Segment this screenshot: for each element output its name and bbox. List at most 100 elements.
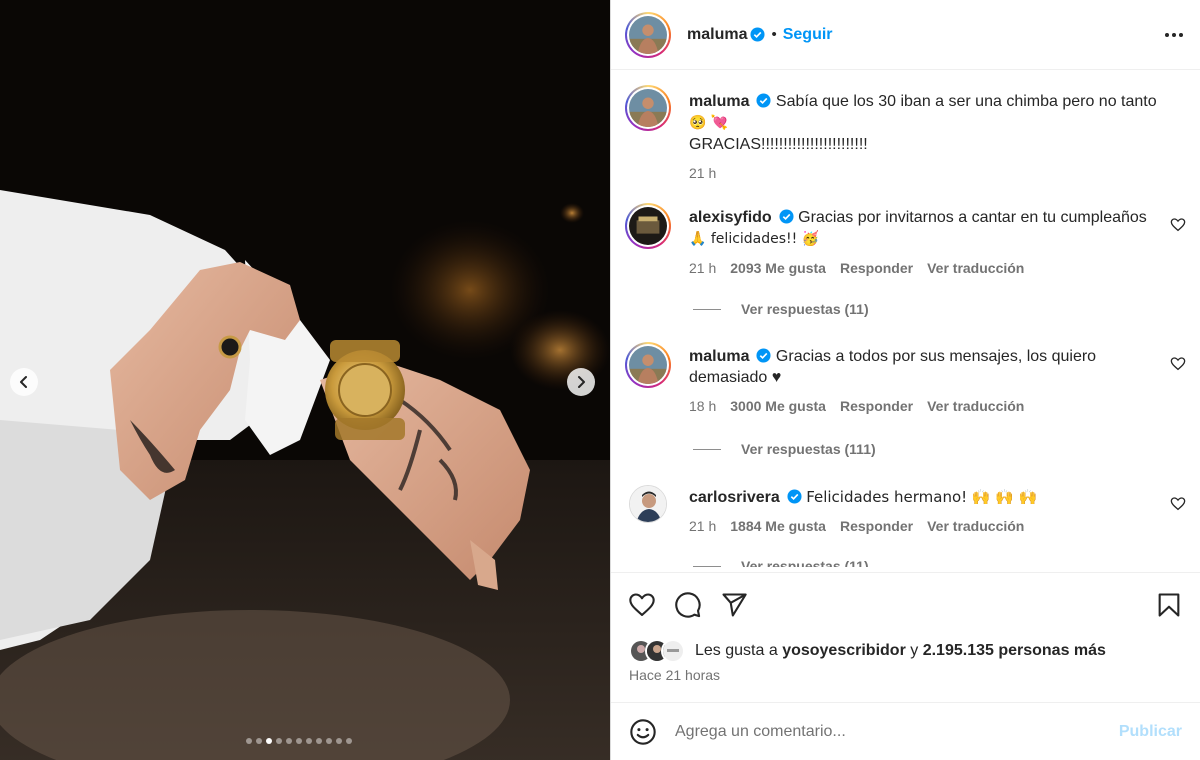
author-username[interactable]: maluma bbox=[687, 26, 747, 44]
emoji-smiley-icon[interactable] bbox=[629, 718, 657, 746]
more-horizontal-icon bbox=[1165, 32, 1183, 37]
comment-item: carlosrivera Felicidades hermano! 🙌 🙌 🙌 … bbox=[625, 485, 1186, 537]
comment-username[interactable]: carlosrivera bbox=[689, 489, 780, 506]
comment-likes[interactable]: 2093 Me gusta bbox=[730, 258, 826, 279]
verified-badge-icon bbox=[756, 93, 771, 108]
avatar-image bbox=[629, 89, 667, 127]
chevron-right-icon bbox=[578, 376, 585, 388]
carousel-prev-button[interactable] bbox=[10, 368, 38, 396]
commenter-avatar[interactable] bbox=[625, 342, 671, 388]
post-photo bbox=[0, 0, 610, 760]
caption-text: Sabía que los 30 iban a ser una chimba p… bbox=[775, 93, 1157, 110]
comment-input[interactable] bbox=[675, 722, 1109, 741]
carousel-dot bbox=[266, 738, 272, 744]
view-replies-button[interactable]: Ver respuestas (111) bbox=[693, 441, 876, 457]
carousel-dot bbox=[246, 738, 252, 744]
publish-button[interactable]: Publicar bbox=[1119, 723, 1182, 741]
comment-like-heart-icon[interactable] bbox=[1170, 496, 1186, 512]
more-options-button[interactable] bbox=[1162, 23, 1186, 47]
likes-prefix: Les gusta a bbox=[695, 642, 778, 659]
liker-avatar bbox=[661, 639, 685, 663]
carousel-dot bbox=[296, 738, 302, 744]
share-button[interactable] bbox=[719, 590, 749, 620]
author-avatar[interactable] bbox=[625, 11, 671, 58]
post-caption: maluma Sabía que los 30 iban a ser una c… bbox=[625, 85, 1186, 184]
commenter-avatar[interactable] bbox=[625, 203, 671, 249]
carousel-dots bbox=[246, 738, 352, 744]
post-side-panel: maluma • Seguir maluma Sabía que los 30 … bbox=[610, 0, 1200, 760]
comment-text: Gracias a todos por sus mensajes, los qu… bbox=[775, 348, 1097, 365]
comment-like-heart-icon[interactable] bbox=[1170, 217, 1186, 233]
reply-button[interactable]: Responder bbox=[840, 516, 913, 537]
action-bar bbox=[611, 573, 1200, 623]
view-replies-label: Ver respuestas (11) bbox=[741, 558, 869, 567]
follow-button[interactable]: Seguir bbox=[783, 26, 833, 44]
carousel-dot bbox=[276, 738, 282, 744]
verified-badge-icon bbox=[787, 489, 802, 504]
carousel-dot bbox=[286, 738, 292, 744]
comment-likes[interactable]: 3000 Me gusta bbox=[730, 396, 826, 417]
comment-text-2: demasiado ♥ bbox=[689, 369, 782, 386]
likers-avatars[interactable] bbox=[629, 639, 689, 663]
translate-button[interactable]: Ver traducción bbox=[927, 516, 1024, 537]
comment-item: maluma Gracias a todos por sus mensajes,… bbox=[625, 342, 1186, 417]
carousel-dot bbox=[326, 738, 332, 744]
post-media bbox=[0, 0, 610, 760]
caption-emojis: 🥺 💘 bbox=[689, 115, 729, 131]
comment-text: Felicidades hermano! 🙌 🙌 🙌 bbox=[806, 488, 1038, 506]
comment-time[interactable]: 21 h bbox=[689, 516, 716, 537]
likes-joiner: y bbox=[910, 642, 919, 659]
avatar-image bbox=[630, 486, 666, 522]
bookmark-icon bbox=[1158, 593, 1180, 617]
carousel-dot bbox=[316, 738, 322, 744]
post-header: maluma • Seguir bbox=[611, 0, 1200, 70]
carousel-dot bbox=[306, 738, 312, 744]
comment-bubble-icon bbox=[675, 592, 701, 618]
avatar-image bbox=[629, 346, 667, 384]
chevron-left-icon bbox=[20, 376, 27, 388]
translate-button[interactable]: Ver traducción bbox=[927, 396, 1024, 417]
reply-button[interactable]: Responder bbox=[840, 258, 913, 279]
carousel-dot bbox=[256, 738, 262, 744]
comment-text: Gracias por invitarnos a cantar en tu cu… bbox=[798, 209, 1147, 226]
comment-likes[interactable]: 1884 Me gusta bbox=[730, 516, 826, 537]
likes-others-count[interactable]: 2.195.135 personas más bbox=[923, 642, 1106, 660]
like-button[interactable] bbox=[627, 590, 657, 620]
separator-dot: • bbox=[771, 26, 777, 43]
comment-item: alexisyfido Gracias por invitarnos a can… bbox=[625, 203, 1186, 279]
comment-username[interactable]: alexisyfido bbox=[689, 209, 772, 226]
commenter-avatar[interactable] bbox=[629, 485, 667, 523]
caption-time[interactable]: 21 h bbox=[689, 163, 716, 184]
avatar-image bbox=[629, 15, 667, 54]
view-replies-button[interactable]: Ver respuestas (11) bbox=[693, 558, 869, 567]
translate-button[interactable]: Ver traducción bbox=[927, 258, 1024, 279]
comment-time[interactable]: 18 h bbox=[689, 396, 716, 417]
comment-time[interactable]: 21 h bbox=[689, 258, 716, 279]
caption-author-avatar[interactable] bbox=[625, 85, 671, 131]
comments-list: maluma Sabía que los 30 iban a ser una c… bbox=[611, 71, 1200, 567]
carousel-dot bbox=[346, 738, 352, 744]
liker-username[interactable]: yosoyescribidor bbox=[782, 642, 906, 660]
save-button[interactable] bbox=[1154, 590, 1184, 620]
add-comment-bar: Publicar bbox=[611, 702, 1200, 760]
heart-icon bbox=[629, 593, 655, 616]
comment-username[interactable]: maluma bbox=[689, 348, 749, 365]
post-timestamp[interactable]: Hace 21 horas bbox=[611, 663, 1200, 683]
carousel-dot bbox=[336, 738, 342, 744]
post-actions-area: Les gusta a yosoyescribidor y 2.195.135 … bbox=[611, 572, 1200, 683]
caption-username[interactable]: maluma bbox=[689, 93, 749, 110]
likes-summary: Les gusta a yosoyescribidor y 2.195.135 … bbox=[611, 623, 1200, 663]
verified-badge-icon bbox=[779, 209, 794, 224]
view-replies-label: Ver respuestas (11) bbox=[741, 301, 869, 317]
avatar-image bbox=[629, 207, 667, 245]
instagram-post: maluma • Seguir maluma Sabía que los 30 … bbox=[0, 0, 1200, 760]
paper-plane-icon bbox=[722, 593, 747, 617]
comment-button[interactable] bbox=[673, 590, 703, 620]
verified-badge-icon bbox=[756, 348, 771, 363]
reply-button[interactable]: Responder bbox=[840, 396, 913, 417]
view-replies-button[interactable]: Ver respuestas (11) bbox=[693, 301, 869, 317]
comment-like-heart-icon[interactable] bbox=[1170, 356, 1186, 372]
caption-text-2: GRACIAS!!!!!!!!!!!!!!!!!!!!!!!! bbox=[689, 136, 868, 153]
verified-badge-icon bbox=[750, 27, 765, 42]
carousel-next-button[interactable] bbox=[567, 368, 595, 396]
